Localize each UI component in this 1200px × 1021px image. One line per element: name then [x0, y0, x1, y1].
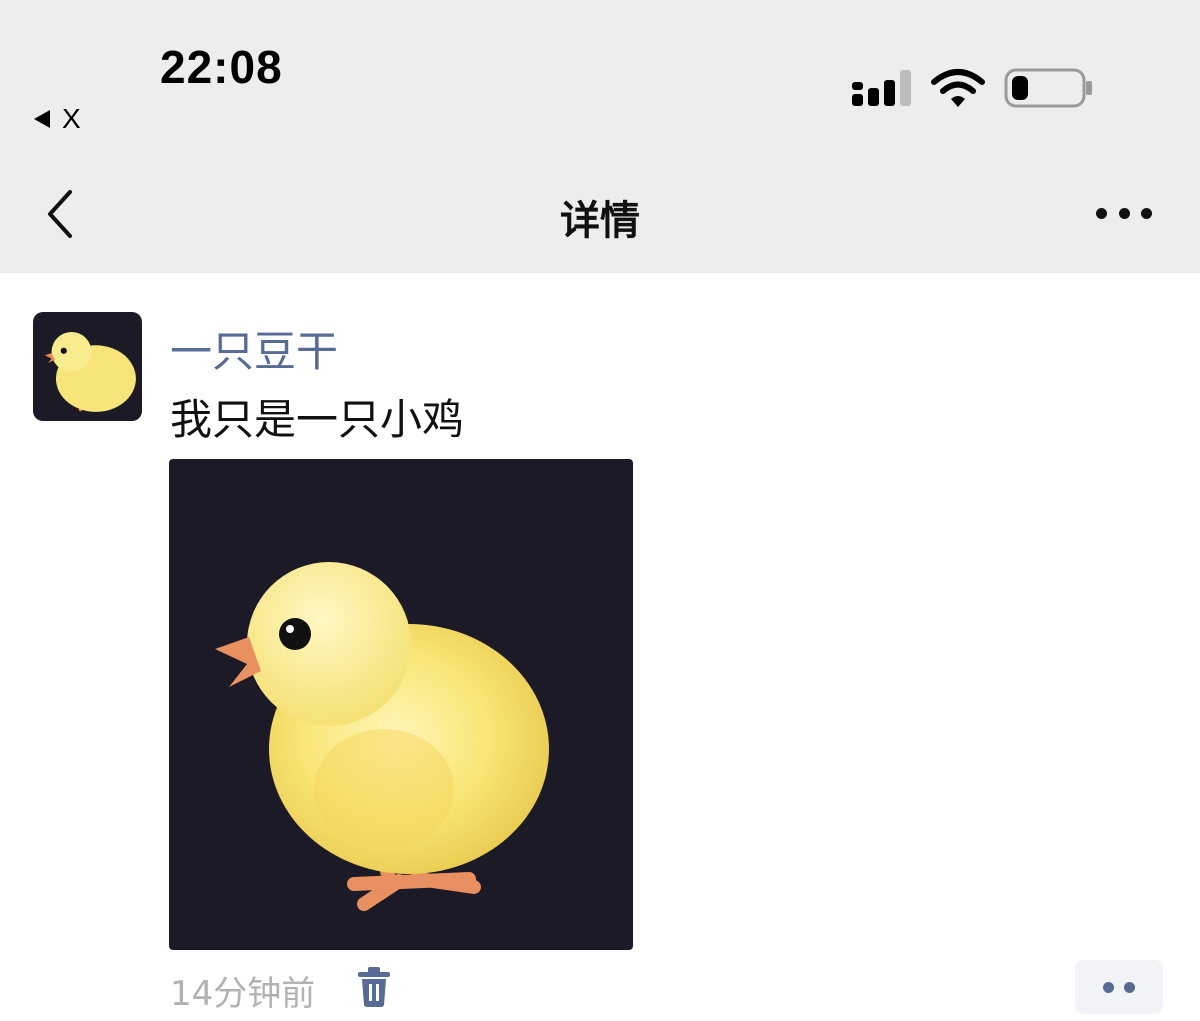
post-text: 我只是一只小鸡 — [170, 395, 465, 444]
dot — [1096, 207, 1107, 219]
status-time: 22:08 — [160, 41, 283, 93]
avatar[interactable] — [33, 312, 142, 421]
trash-icon[interactable] — [356, 966, 392, 1008]
timestamp: 14分钟前 — [170, 974, 316, 1014]
chick-image — [215, 562, 549, 911]
back-to-app-button[interactable]: X — [34, 102, 81, 136]
battery-icon — [1004, 68, 1092, 108]
dot — [1118, 207, 1130, 219]
username[interactable]: 一只豆干 — [170, 318, 338, 379]
wifi-icon — [931, 69, 985, 107]
dot — [1103, 981, 1114, 993]
dot — [1124, 981, 1135, 993]
back-arrow-icon — [34, 110, 50, 128]
comment-more-button[interactable] — [1075, 960, 1163, 1014]
chick-image — [44, 331, 136, 412]
signal-icon — [852, 70, 911, 106]
dot — [1141, 207, 1152, 219]
page-title: 详情 — [560, 198, 640, 244]
back-app-label: X — [62, 103, 81, 134]
more-icon[interactable] — [1096, 206, 1152, 220]
post-image[interactable] — [169, 459, 633, 950]
